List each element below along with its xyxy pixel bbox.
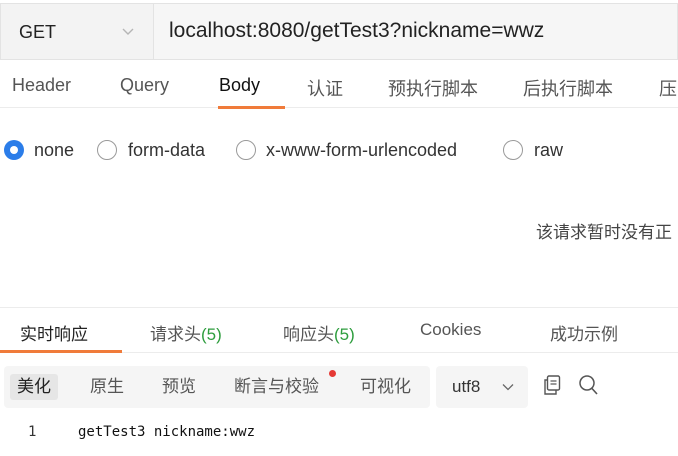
tab-success-example[interactable]: 成功示例	[550, 320, 618, 345]
tab-request-headers-label: 请求头	[150, 325, 201, 344]
body-empty-message: 该请求暂时没有正	[536, 223, 672, 242]
active-response-tab-indicator	[0, 350, 122, 353]
request-tabs: Header Query Body 认证 预执行脚本 后执行脚本 压	[0, 62, 678, 108]
radio-form-data[interactable]	[97, 140, 117, 160]
search-icon[interactable]	[578, 374, 598, 396]
radio-label-raw[interactable]: raw	[534, 140, 563, 161]
radio-urlencoded[interactable]	[236, 140, 256, 160]
view-visualize-button[interactable]: 可视化	[360, 374, 411, 400]
radio-label-urlencoded[interactable]: x-www-form-urlencoded	[266, 140, 457, 161]
url-value: localhost:8080/getTest3?nickname=wwz	[169, 19, 545, 42]
method-select[interactable]: GET	[0, 3, 153, 60]
chevron-down-icon	[122, 28, 134, 35]
response-toolbar: 美化 原生 预览 断言与校验 可视化 utf8	[0, 364, 678, 410]
tab-post-script[interactable]: 后执行脚本	[523, 75, 613, 101]
response-line: getTest3 nickname:wwz	[78, 424, 256, 440]
radio-label-form-data[interactable]: form-data	[128, 140, 205, 161]
body-type-selector: none form-data x-www-form-urlencoded raw	[0, 138, 678, 164]
tab-response-headers[interactable]: 响应头(5)	[283, 320, 355, 345]
method-value: GET	[19, 22, 57, 42]
view-assertions-button[interactable]: 断言与校验	[234, 374, 319, 400]
tab-cookies[interactable]: Cookies	[420, 320, 481, 340]
response-body: 1 getTest3 nickname:wwz	[0, 420, 678, 456]
tab-live-response[interactable]: 实时响应	[20, 320, 88, 345]
tab-cookies-label: Cookies	[420, 320, 482, 339]
tab-header[interactable]: Header	[12, 75, 71, 96]
line-number: 1	[28, 424, 37, 440]
radio-raw[interactable]	[503, 140, 523, 160]
tab-live-response-label: 实时响应	[20, 325, 88, 344]
response-tabs: 实时响应 请求头(5) 响应头(5) Cookies 成功示例	[0, 307, 678, 353]
radio-label-none[interactable]: none	[34, 140, 74, 161]
view-preview-button[interactable]: 预览	[162, 374, 196, 400]
view-mode-group: 美化 原生 预览 断言与校验 可视化	[4, 366, 430, 408]
encoding-select[interactable]: utf8	[436, 366, 528, 408]
chevron-down-icon	[502, 384, 514, 391]
copy-icon[interactable]	[543, 375, 561, 395]
tab-success-example-label: 成功示例	[550, 325, 618, 344]
active-tab-indicator	[218, 106, 285, 109]
request-headers-count: (5)	[201, 325, 222, 344]
tab-overflow[interactable]: 压	[659, 75, 677, 101]
encoding-value: utf8	[452, 377, 481, 396]
response-headers-count: (5)	[334, 325, 355, 344]
radio-none[interactable]	[4, 140, 24, 160]
tab-request-headers[interactable]: 请求头(5)	[150, 320, 222, 345]
tab-pre-script[interactable]: 预执行脚本	[388, 75, 478, 101]
view-raw-button[interactable]: 原生	[90, 374, 124, 400]
tab-response-headers-label: 响应头	[283, 325, 334, 344]
tab-body[interactable]: Body	[219, 75, 260, 96]
tab-auth[interactable]: 认证	[307, 75, 343, 101]
tab-query[interactable]: Query	[120, 75, 169, 96]
view-pretty-button[interactable]: 美化	[10, 374, 58, 400]
assertions-badge	[329, 370, 336, 377]
url-bar: GET localhost:8080/getTest3?nickname=wwz	[0, 0, 678, 62]
url-input[interactable]: localhost:8080/getTest3?nickname=wwz	[153, 3, 678, 60]
